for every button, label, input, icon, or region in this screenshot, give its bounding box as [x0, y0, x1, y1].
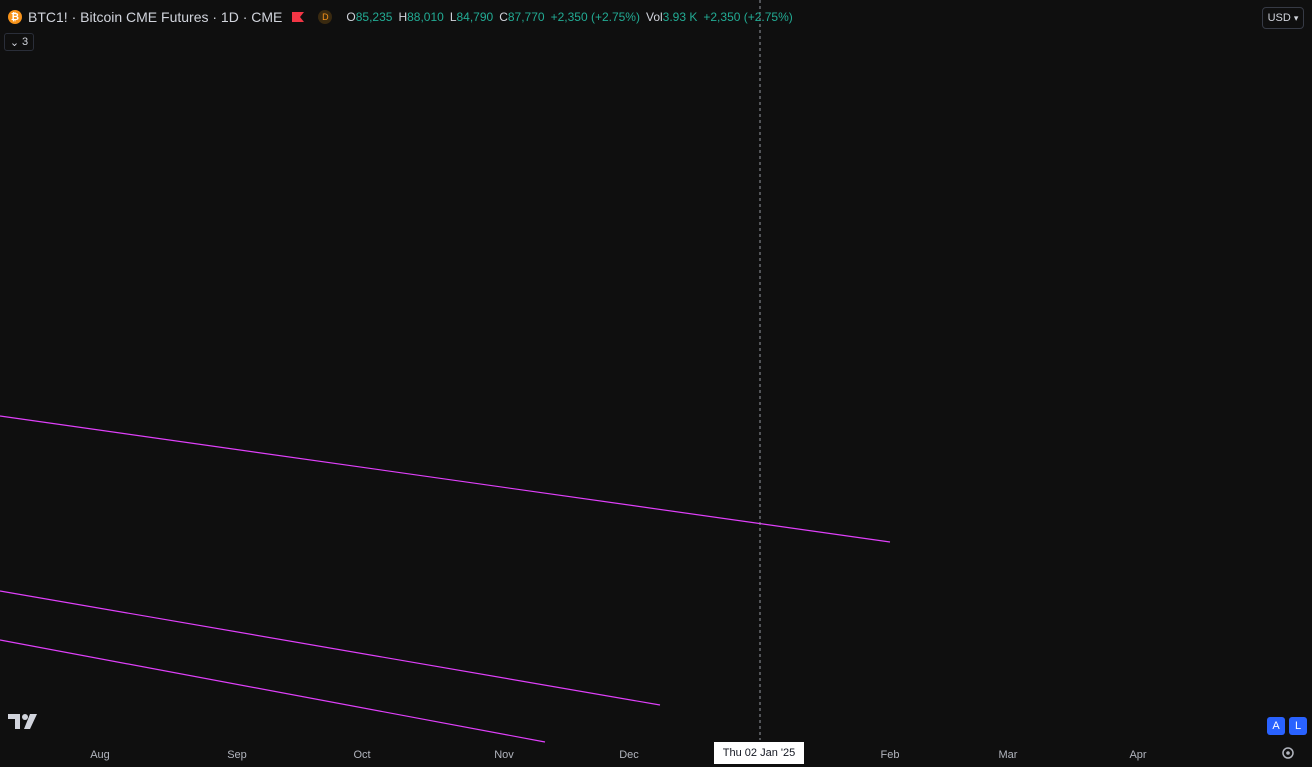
time-tick-label: Oct: [353, 749, 370, 761]
time-tick-label: Apr: [1129, 749, 1146, 761]
auto-scale-button[interactable]: A: [1267, 717, 1285, 735]
time-tick-label: Aug: [90, 749, 110, 761]
time-tick-label: Dec: [619, 749, 639, 761]
price-chart[interactable]: 103,00098,00089,00085,00081,00077,00073,…: [0, 0, 1312, 767]
crosshair-date-label: Thu 02 Jan '25: [714, 742, 804, 764]
time-tick-label: Mar: [999, 749, 1018, 761]
chevron-down-icon: ▾: [1293, 12, 1299, 23]
volume-value: 3.93 K: [662, 10, 698, 24]
open-value: 85,235: [355, 10, 393, 24]
delayed-data-badge[interactable]: D: [318, 10, 333, 24]
low-value: 84,790: [456, 10, 494, 24]
bitcoin-icon: ₿: [8, 10, 22, 24]
high-label: H: [398, 10, 408, 24]
symbol-title[interactable]: BTC1! · Bitcoin CME Futures · 1D · CME: [28, 9, 282, 25]
close-value: 87,770: [507, 10, 545, 24]
time-tick-label: Sep: [227, 749, 247, 761]
channel-trendline[interactable]: [0, 590, 661, 706]
tradingview-logo-icon: [8, 714, 37, 729]
currency-label: USD: [1267, 12, 1291, 24]
gear-icon[interactable]: [1281, 746, 1295, 760]
indicators-toggle-button[interactable]: ⌄ 3: [4, 33, 34, 51]
time-tick-label: Feb: [881, 749, 900, 761]
open-label: O: [346, 10, 356, 24]
volume-label: Vol: [645, 10, 663, 24]
change-value: +2,350 (+2.75%): [550, 10, 640, 24]
low-label: L: [449, 10, 457, 24]
close-label: C: [499, 10, 508, 24]
indicator-count: 3: [22, 36, 29, 48]
price-axis[interactable]: [1252, 0, 1312, 740]
log-scale-button[interactable]: L: [1289, 717, 1307, 735]
channel-trendline[interactable]: [0, 415, 891, 543]
symbol-header: ₿ BTC1! · Bitcoin CME Futures · 1D · CME…: [0, 0, 1250, 32]
chart-window: 103,00098,00089,00085,00081,00077,00073,…: [0, 0, 1312, 767]
time-axis[interactable]: [0, 740, 1312, 767]
currency-selector[interactable]: USD ▾: [1262, 7, 1304, 29]
flag-icon[interactable]: [292, 12, 305, 22]
time-tick-label: Nov: [494, 749, 514, 761]
channel-trendline[interactable]: [0, 639, 546, 743]
volume-change: +2,350 (+2.75%): [703, 10, 793, 24]
high-value: 88,010: [407, 10, 444, 24]
chevron-down-icon: ⌄: [9, 36, 20, 49]
